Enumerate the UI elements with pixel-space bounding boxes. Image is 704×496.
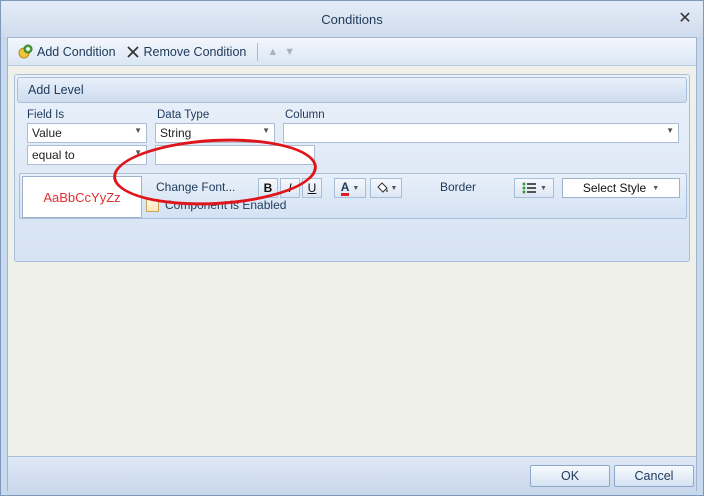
- dialog-body: Add Condition Remove Condition ▲ ▼ Add L…: [7, 37, 697, 492]
- field-is-value: Value: [32, 126, 62, 140]
- chevron-down-icon: ▼: [352, 184, 360, 192]
- list-style-button[interactable]: ▼: [514, 178, 554, 198]
- component-enabled-label: Component is Enabled: [165, 198, 287, 212]
- compare-value-input[interactable]: [155, 145, 315, 165]
- chevron-down-icon: ▼: [262, 126, 270, 135]
- underline-button[interactable]: U: [302, 178, 322, 198]
- chevron-down-icon: ▼: [540, 184, 547, 192]
- conditions-dialog: Conditions ✕ Add Condition Remove Condit…: [0, 0, 704, 496]
- ok-button[interactable]: OK: [530, 465, 610, 487]
- remove-condition-icon: [126, 45, 139, 58]
- column-select[interactable]: ▼: [283, 123, 679, 143]
- select-style-label: Select Style: [582, 181, 647, 195]
- field-is-label: Field Is: [27, 109, 65, 121]
- italic-button[interactable]: I: [280, 178, 300, 198]
- format-toolbar: AaBbCcYyZz Change Font... B I U A ▼ ▼ Bo…: [19, 173, 687, 219]
- move-down-icon[interactable]: ▼: [281, 46, 298, 58]
- select-style-dropdown[interactable]: Select Style ▼: [562, 178, 680, 198]
- dialog-footer: OK Cancel: [8, 456, 696, 492]
- paint-bucket-icon: [376, 182, 388, 193]
- add-condition-button[interactable]: Add Condition: [12, 41, 121, 63]
- move-up-icon[interactable]: ▲: [264, 46, 281, 58]
- dialog-title: Conditions: [321, 11, 383, 27]
- operator-value: equal to: [32, 148, 75, 162]
- chevron-down-icon: ▼: [652, 184, 660, 192]
- toolbar: Add Condition Remove Condition ▲ ▼: [8, 38, 696, 66]
- close-button[interactable]: ✕: [677, 11, 693, 27]
- remove-condition-button[interactable]: Remove Condition: [121, 41, 252, 63]
- data-type-label: Data Type: [157, 109, 210, 121]
- add-level-header[interactable]: Add Level: [17, 77, 687, 103]
- chevron-down-icon: ▼: [390, 184, 398, 192]
- chevron-down-icon: ▼: [134, 148, 142, 157]
- fill-color-button[interactable]: ▼: [370, 178, 402, 198]
- style-preview: AaBbCcYyZz: [22, 176, 142, 218]
- add-condition-icon: [18, 44, 33, 58]
- border-button[interactable]: Border: [440, 180, 476, 194]
- data-type-select[interactable]: String ▼: [155, 123, 275, 143]
- chevron-down-icon: ▼: [666, 126, 674, 135]
- chevron-down-icon: ▼: [134, 126, 142, 135]
- change-font-link[interactable]: Change Font...: [156, 180, 235, 194]
- font-color-icon: A: [340, 179, 350, 196]
- column-label: Column: [285, 109, 325, 121]
- data-type-value: String: [160, 126, 192, 140]
- operator-select[interactable]: equal to ▼: [27, 145, 147, 165]
- cancel-button[interactable]: Cancel: [614, 465, 694, 487]
- remove-condition-label: Remove Condition: [143, 44, 247, 59]
- add-condition-label: Add Condition: [37, 44, 116, 59]
- condition-level-panel: Add Level Field Is Data Type Column Valu…: [14, 74, 690, 262]
- toolbar-separator: [257, 42, 259, 61]
- field-is-select[interactable]: Value ▼: [27, 123, 147, 143]
- component-enabled-checkbox[interactable]: [146, 198, 159, 212]
- title-bar: Conditions ✕: [1, 1, 703, 37]
- component-enabled-row: Component is Enabled: [146, 198, 286, 212]
- font-color-button[interactable]: A ▼: [334, 178, 366, 198]
- bold-button[interactable]: B: [258, 178, 278, 198]
- bullet-list-icon: [522, 182, 537, 194]
